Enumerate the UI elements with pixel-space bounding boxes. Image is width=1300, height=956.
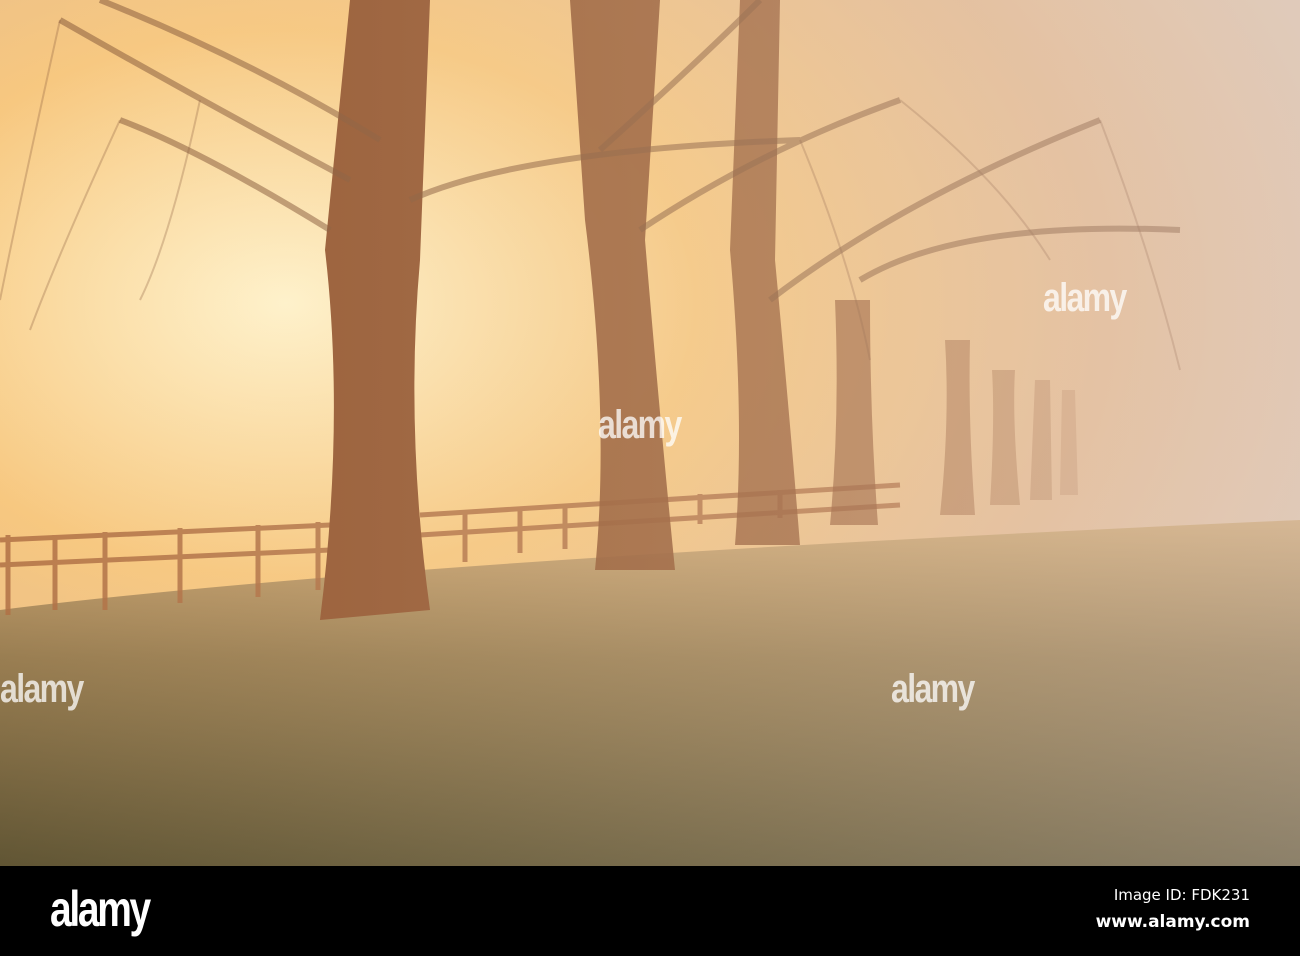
stock-photo-page: alamy alamy alamy alamy alamy Image ID: … xyxy=(0,0,1300,956)
watermark-text: alamy xyxy=(891,667,975,711)
alamy-logo: alamy xyxy=(50,881,151,937)
website-link[interactable]: www.alamy.com xyxy=(1096,912,1250,932)
watermark-text: alamy xyxy=(598,403,682,447)
image-id: Image ID: FDK231 xyxy=(1113,886,1250,904)
misty-tree-avenue-photo: alamy alamy alamy alamy xyxy=(0,0,1300,866)
watermark-text: alamy xyxy=(1043,276,1127,320)
watermark-text: alamy xyxy=(0,667,84,711)
footer-bar: alamy Image ID: FDK231 www.alamy.com xyxy=(0,866,1300,956)
